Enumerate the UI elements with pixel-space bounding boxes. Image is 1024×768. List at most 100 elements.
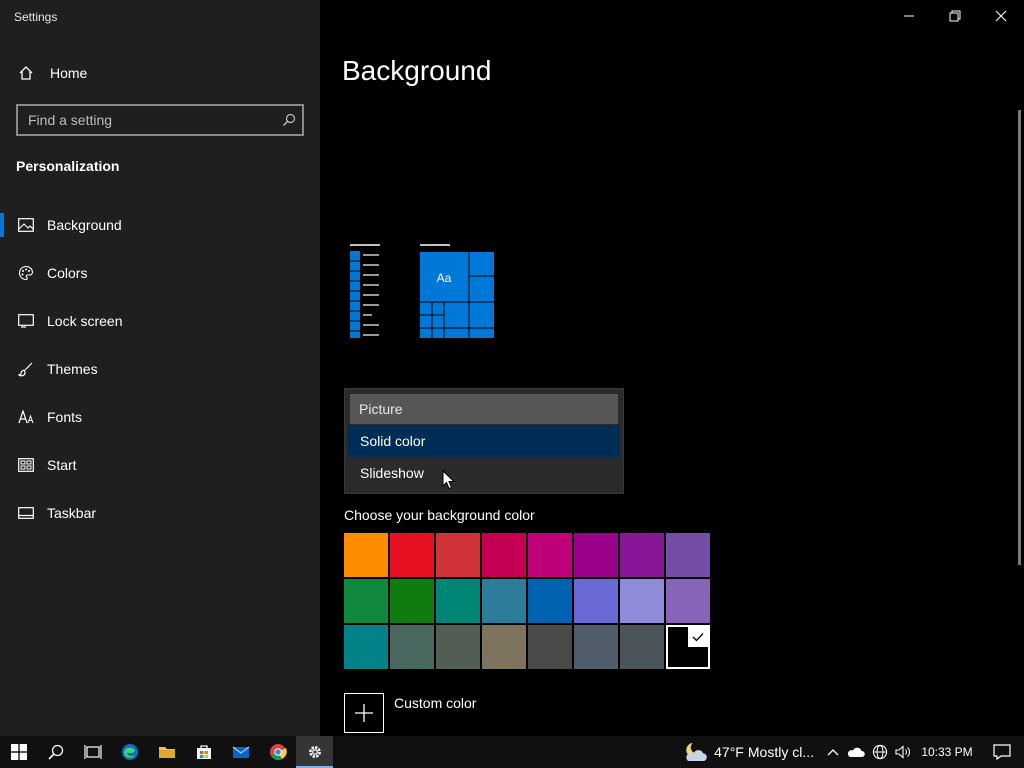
settings-taskbar-button[interactable] (296, 736, 333, 768)
weather-moon-cloud-icon (686, 743, 707, 761)
color-swatch[interactable] (528, 533, 572, 577)
color-swatch[interactable] (482, 625, 526, 669)
weather-text[interactable]: Mostly cl... (748, 736, 822, 768)
task-view-button[interactable] (74, 736, 111, 768)
weather-temp[interactable]: 47°F (710, 736, 748, 768)
taskbar-search-button[interactable] (37, 736, 74, 768)
task-view-icon (83, 745, 102, 759)
start-button[interactable] (0, 736, 37, 768)
system-tray: 47°F Mostly cl... 10:33 PM (680, 736, 1024, 768)
custom-color-label[interactable]: Custom color (394, 695, 476, 711)
color-swatch[interactable] (620, 625, 664, 669)
app-title: Settings (14, 10, 58, 24)
minimize-button[interactable] (886, 0, 932, 32)
sidebar-item-start[interactable]: Start (0, 441, 320, 489)
color-swatch[interactable] (528, 625, 572, 669)
window-controls (886, 0, 1024, 32)
search-icon[interactable] (276, 113, 302, 127)
file-explorer-button[interactable] (148, 736, 185, 768)
chrome-icon (269, 744, 287, 760)
sidebar-item-background[interactable]: Background (0, 201, 320, 249)
restore-button[interactable] (932, 0, 978, 32)
restore-icon (949, 10, 961, 22)
picture-icon (16, 218, 36, 232)
sidebar-item-label: Fonts (47, 409, 83, 425)
sidebar-home[interactable]: Home (16, 60, 87, 86)
close-icon (995, 10, 1007, 22)
sidebar-item-lock-screen[interactable]: Lock screen (0, 297, 320, 345)
sidebar-item-taskbar[interactable]: Taskbar (0, 489, 320, 537)
clock[interactable]: 10:33 PM (914, 736, 980, 768)
store-button[interactable] (185, 736, 222, 768)
dropdown-option-slideshow[interactable]: Slideshow (348, 457, 620, 489)
color-swatch[interactable] (482, 579, 526, 623)
action-center-button[interactable] (980, 736, 1024, 768)
scrollbar[interactable] (1018, 110, 1021, 565)
background-color-label: Choose your background color (344, 507, 535, 523)
windows-logo-icon (10, 744, 27, 760)
color-swatch[interactable] (344, 579, 388, 623)
color-swatch[interactable] (344, 533, 388, 577)
edge-icon (121, 744, 138, 760)
color-swatch[interactable] (390, 625, 434, 669)
color-swatch[interactable] (620, 533, 664, 577)
search-box[interactable] (16, 104, 304, 136)
show-hidden-icons-button[interactable] (822, 736, 844, 768)
sidebar: Settings Home Personalization Background… (0, 0, 320, 736)
brush-icon (16, 361, 36, 377)
sidebar-item-fonts[interactable]: Fonts (0, 393, 320, 441)
sidebar-item-label: Colors (47, 265, 88, 281)
color-swatch[interactable] (574, 533, 618, 577)
preview-start-list (350, 244, 380, 338)
network-button[interactable] (868, 736, 892, 768)
section-title: Personalization (16, 158, 120, 174)
close-button[interactable] (978, 0, 1024, 32)
onedrive-button[interactable] (844, 736, 868, 768)
cloud-icon (847, 747, 865, 757)
mail-button[interactable] (222, 736, 259, 768)
color-swatch[interactable] (436, 625, 480, 669)
color-swatch[interactable] (344, 625, 388, 669)
color-swatch[interactable] (666, 533, 710, 577)
notification-icon (993, 744, 1011, 760)
volume-button[interactable] (892, 736, 914, 768)
color-swatch[interactable] (436, 533, 480, 577)
color-swatch[interactable] (666, 579, 710, 623)
plus-icon (355, 704, 373, 722)
checkmark-icon (688, 627, 708, 647)
color-swatch[interactable] (436, 579, 480, 623)
sidebar-nav: Background Colors Lock screen Themes Fon… (0, 201, 320, 537)
start-icon (16, 458, 36, 472)
color-swatch[interactable] (620, 579, 664, 623)
color-swatch[interactable] (482, 533, 526, 577)
dropdown-option-picture[interactable]: Picture (350, 394, 618, 424)
custom-color-button[interactable] (344, 693, 384, 733)
search-input[interactable] (18, 106, 276, 134)
lock-screen-icon (16, 314, 36, 328)
dropdown-option-solid-color[interactable]: Solid color (348, 425, 620, 457)
color-swatch[interactable] (528, 579, 572, 623)
minimize-icon (904, 15, 914, 17)
chrome-button[interactable] (259, 736, 296, 768)
sidebar-item-themes[interactable]: Themes (0, 345, 320, 393)
mouse-cursor-icon (442, 470, 456, 490)
globe-icon (872, 744, 888, 760)
folder-icon (158, 747, 175, 758)
color-swatch[interactable] (390, 533, 434, 577)
edge-button[interactable] (111, 736, 148, 768)
taskbar: 47°F Mostly cl... 10:33 PM (0, 736, 1024, 768)
background-type-dropdown[interactable]: Picture Solid color Slideshow (344, 388, 624, 494)
color-swatch[interactable] (390, 579, 434, 623)
search-icon (47, 744, 63, 760)
sidebar-home-label: Home (50, 65, 88, 81)
sidebar-item-label: Taskbar (47, 505, 97, 521)
sidebar-item-label: Lock screen (47, 313, 123, 329)
color-swatch[interactable] (574, 625, 618, 669)
color-swatch[interactable] (666, 625, 710, 669)
chevron-up-icon (827, 749, 839, 756)
font-icon (16, 410, 36, 424)
color-swatch[interactable] (574, 579, 618, 623)
taskbar-icon (16, 507, 36, 519)
sidebar-item-colors[interactable]: Colors (0, 249, 320, 297)
weather-button[interactable] (680, 736, 710, 768)
